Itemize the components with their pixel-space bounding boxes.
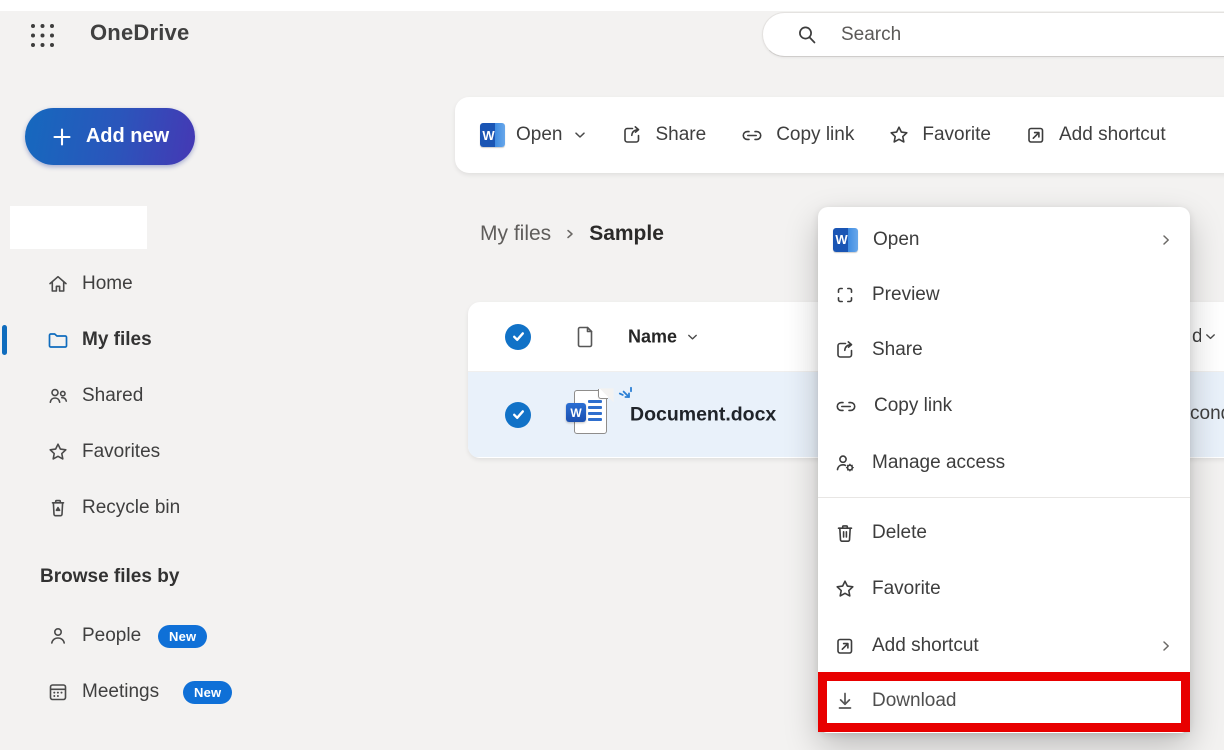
sidebar-item-meetings[interactable]: Meetings New [0,664,300,720]
new-badge: New [183,681,232,704]
menu-item-download[interactable]: Download [818,680,1190,722]
word-icon: W [480,123,505,147]
sidebar-item-label: People [82,625,141,647]
folder-icon [46,328,70,352]
clipped-modified-text: conds [1190,403,1224,425]
menu-item-preview[interactable]: Preview [818,267,1190,322]
chevron-down-icon [1204,330,1217,343]
menu-divider [818,497,1190,498]
sidebar-item-label: Shared [82,385,143,407]
select-all-checkbox[interactable] [505,324,531,350]
context-menu: W Open Preview Share [818,207,1190,733]
sidebar-item-home[interactable]: Home [0,256,260,312]
search-placeholder: Search [841,24,901,46]
calendar-icon [46,680,70,704]
add-shortcut-icon [833,634,857,658]
sidebar-item-people[interactable]: People New [0,608,300,664]
person-icon [46,624,70,648]
menu-item-manage-access[interactable]: Manage access [818,434,1190,491]
star-icon [833,577,857,601]
word-icon: W [833,228,858,252]
home-icon [46,272,70,296]
menu-item-add-shortcut[interactable]: Add shortcut [818,617,1190,674]
breadcrumb: My files Sample [480,222,664,246]
add-shortcut-icon [1024,123,1048,147]
document-column-icon [572,324,596,350]
recycle-bin-icon [46,496,70,520]
sidebar-item-label: Recycle bin [82,497,180,519]
share-label: Share [655,124,706,146]
sidebar-item-my-files[interactable]: My files [0,312,260,368]
sidebar-nav: Home My files Shared [0,256,260,536]
share-icon [620,123,644,147]
copy-link-button[interactable]: Copy link [739,123,854,147]
browse-files-by-list: People New Meetings New [0,608,300,720]
menu-item-share[interactable]: Share [818,322,1190,377]
search-icon [795,23,819,47]
download-icon [833,689,857,713]
open-label: Open [516,124,562,146]
selected-indicator [2,325,7,355]
new-badge: New [158,625,207,648]
chevron-right-icon [1158,232,1174,248]
sidebar-item-label: Meetings [82,681,159,703]
clipped-column-header-text: d [1192,326,1201,348]
chevron-down-icon [573,128,587,142]
recently-added-icon [618,386,636,404]
word-document-icon: W [566,390,608,440]
menu-item-copy-link[interactable]: Copy link [818,377,1190,434]
manage-access-icon [833,451,857,475]
add-new-label: Add new [86,125,169,148]
sidebar-item-recycle-bin[interactable]: Recycle bin [0,480,260,536]
sidebar-item-label: Favorites [82,441,160,463]
onedrive-app: OneDrive Search Add new Home [0,0,1224,750]
link-icon [739,123,765,147]
favorite-label: Favorite [922,124,991,146]
waffle-icon [29,22,56,49]
sidebar-item-label: My files [82,329,152,351]
app-title: OneDrive [90,20,189,46]
breadcrumb-current: Sample [589,222,664,246]
search-input[interactable]: Search [762,12,1224,57]
menu-item-favorite[interactable]: Favorite [818,561,1190,617]
delete-icon [833,521,857,545]
chevron-down-icon [686,330,699,343]
chevron-right-icon [563,226,577,242]
breadcrumb-my-files[interactable]: My files [480,222,551,246]
file-name[interactable]: Document.docx [630,403,776,426]
app-launcher-button[interactable] [20,14,64,56]
row-checkbox[interactable] [505,402,531,428]
star-icon [887,123,911,147]
share-icon [833,338,857,362]
add-shortcut-button[interactable]: Add shortcut [1024,123,1166,147]
link-icon [833,394,859,418]
browse-files-by-heading: Browse files by [40,566,179,588]
open-button[interactable]: W Open [480,123,587,147]
favorite-button[interactable]: Favorite [887,123,991,147]
people-icon [46,384,70,408]
plus-icon [51,126,73,148]
menu-item-open[interactable]: W Open [818,212,1190,267]
preview-icon [833,283,857,307]
sidebar-item-label: Home [82,273,133,295]
menu-item-delete[interactable]: Delete [818,505,1190,561]
sidebar-item-favorites[interactable]: Favorites [0,424,260,480]
selection-toolbar: W Open Share Copy link [455,97,1224,173]
copy-link-label: Copy link [776,124,854,146]
sidebar-item-shared[interactable]: Shared [0,368,260,424]
name-column-label: Name [628,326,677,347]
top-strip [0,0,1224,11]
chevron-right-icon [1158,638,1174,654]
share-button[interactable]: Share [620,123,706,147]
redacted-user-label [10,206,147,249]
add-new-button[interactable]: Add new [25,108,195,165]
name-column-header[interactable]: Name [628,326,699,347]
add-shortcut-label: Add shortcut [1059,124,1166,146]
star-icon [46,440,70,464]
